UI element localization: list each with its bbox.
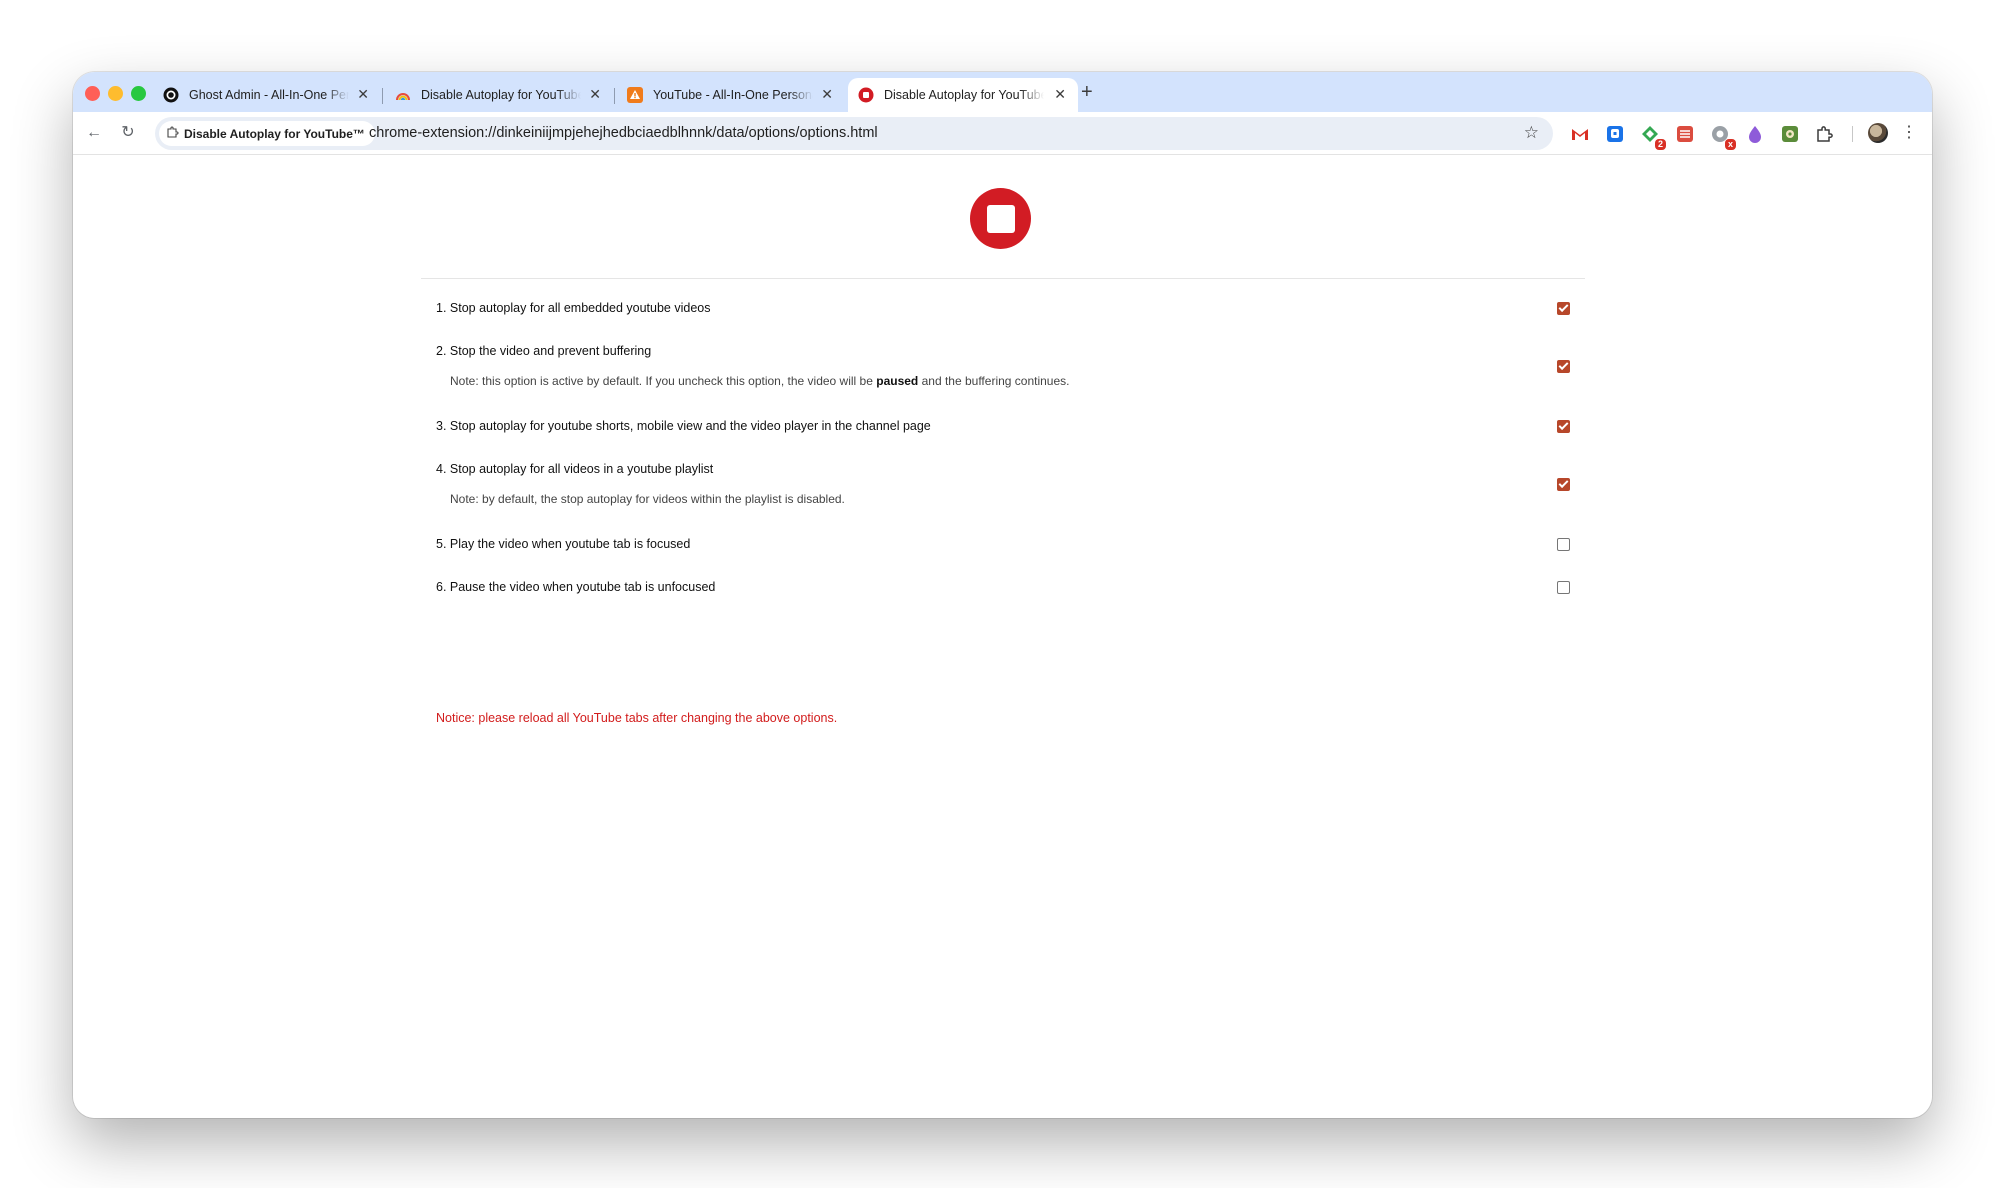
- options-page: 1. Stop autoplay for all embedded youtub…: [73, 156, 1932, 1118]
- gray-circle-icon[interactable]: x: [1710, 124, 1736, 150]
- option-note: Note: this option is active by default. …: [450, 374, 1070, 388]
- ghost-icon: [163, 87, 179, 103]
- tab-youtube[interactable]: YouTube - All-In-One Personal ✕: [617, 78, 845, 112]
- maximize-window-button[interactable]: [131, 86, 146, 101]
- close-icon[interactable]: ✕: [589, 86, 601, 102]
- rainbow-icon: [395, 87, 411, 103]
- option-checkbox[interactable]: [1557, 478, 1570, 491]
- diff-icon[interactable]: 2: [1640, 124, 1666, 150]
- raindrop-icon[interactable]: [1605, 124, 1625, 144]
- option-row: 2. Stop the video and prevent buffering …: [436, 344, 1570, 388]
- option-row: 4. Stop autoplay for all videos in a you…: [436, 462, 1570, 506]
- option-checkbox[interactable]: [1557, 360, 1570, 373]
- url-text[interactable]: chrome-extension://dinkeiniijmpjehejhedb…: [369, 125, 878, 141]
- tab-title: Disable Autoplay for YouTube™: [421, 88, 581, 102]
- header-divider: [421, 278, 1585, 279]
- close-window-button[interactable]: [85, 86, 100, 101]
- option-checkbox[interactable]: [1557, 581, 1570, 594]
- option-label: 2. Stop the video and prevent buffering: [436, 344, 652, 358]
- menu-kebab-icon[interactable]: ⋮: [1901, 122, 1917, 144]
- option-row: 3. Stop autoplay for youtube shorts, mob…: [436, 419, 1570, 433]
- tab-separator: [382, 88, 383, 104]
- address-bar[interactable]: Disable Autoplay for YouTube™ chrome-ext…: [155, 117, 1553, 150]
- option-checkbox[interactable]: [1557, 302, 1570, 315]
- option-label: 6. Pause the video when youtube tab is u…: [436, 580, 716, 594]
- option-note: Note: by default, the stop autoplay for …: [450, 492, 845, 506]
- gmail-icon[interactable]: [1570, 124, 1590, 144]
- new-tab-button[interactable]: +: [1081, 82, 1093, 102]
- green-map-icon[interactable]: [1780, 124, 1800, 144]
- tab-separator: [614, 88, 615, 104]
- profile-avatar[interactable]: [1868, 123, 1888, 143]
- warning-triangle-icon: [627, 87, 643, 103]
- reload-notice: Notice: please reload all YouTube tabs a…: [436, 711, 838, 725]
- option-checkbox[interactable]: [1557, 420, 1570, 433]
- option-checkbox[interactable]: [1557, 538, 1570, 551]
- tab-disable-autoplay[interactable]: Disable Autoplay for YouTube™ ✕: [385, 78, 613, 112]
- close-icon[interactable]: ✕: [1054, 86, 1066, 102]
- tab-title: Disable Autoplay for YouTube™: [884, 88, 1044, 102]
- close-icon[interactable]: ✕: [357, 86, 369, 102]
- toolbar-divider: [1852, 126, 1853, 142]
- stop-logo-icon: [970, 188, 1031, 249]
- extension-badge: 2: [1654, 139, 1666, 150]
- extension-badge: x: [1724, 139, 1736, 150]
- option-label: 3. Stop autoplay for youtube shorts, mob…: [436, 419, 931, 433]
- tab-disable-autoplay-active[interactable]: Disable Autoplay for YouTube™ ✕: [848, 78, 1078, 112]
- bookmark-star-icon[interactable]: ☆: [1524, 123, 1539, 143]
- reload-button[interactable]: ↻: [117, 122, 139, 144]
- minimize-window-button[interactable]: [108, 86, 123, 101]
- close-icon[interactable]: ✕: [821, 86, 833, 102]
- option-label: 4. Stop autoplay for all videos in a you…: [436, 462, 714, 476]
- site-chip-label: Disable Autoplay for YouTube™: [184, 126, 365, 141]
- todoist-icon[interactable]: [1675, 124, 1695, 144]
- tab-strip: Ghost Admin - All-In-One Personal ✕ Disa…: [73, 72, 1932, 112]
- stop-icon: [858, 87, 874, 103]
- browser-window: Ghost Admin - All-In-One Personal ✕ Disa…: [73, 72, 1932, 1118]
- option-label: 5. Play the video when youtube tab is fo…: [436, 537, 691, 551]
- option-label: 1. Stop autoplay for all embedded youtub…: [436, 301, 711, 315]
- site-info-chip[interactable]: Disable Autoplay for YouTube™: [159, 121, 375, 146]
- tab-ghost-admin[interactable]: Ghost Admin - All-In-One Personal ✕: [153, 78, 381, 112]
- option-row: 5. Play the video when youtube tab is fo…: [436, 537, 1570, 551]
- tab-title: Ghost Admin - All-In-One Personal: [189, 88, 349, 102]
- browser-toolbar: ← ↻ Disable Autoplay for YouTube™ chrome…: [73, 112, 1932, 155]
- purple-drop-icon[interactable]: [1745, 124, 1765, 144]
- option-row: 6. Pause the video when youtube tab is u…: [436, 580, 1570, 594]
- extensions-puzzle-icon[interactable]: [1815, 124, 1835, 144]
- tab-title: YouTube - All-In-One Personal: [653, 88, 813, 102]
- back-button[interactable]: ←: [83, 122, 105, 144]
- option-row: 1. Stop autoplay for all embedded youtub…: [436, 301, 1570, 315]
- extension-icon: [167, 126, 179, 141]
